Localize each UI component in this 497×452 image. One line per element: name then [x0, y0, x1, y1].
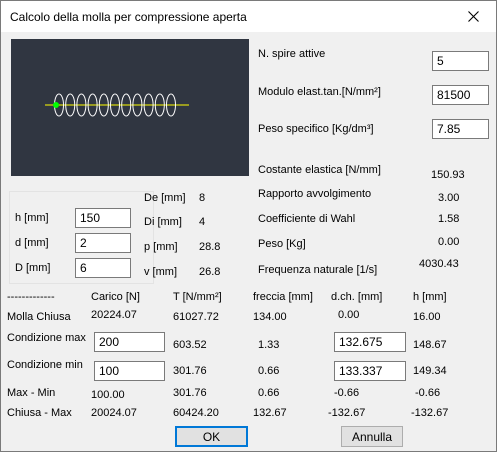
- modulo-input[interactable]: [432, 85, 489, 105]
- peso-specifico-input[interactable]: [432, 119, 489, 139]
- max-min-freccia: 0.66: [258, 387, 280, 399]
- molla-chiusa-carico: 20224.07: [91, 309, 137, 321]
- peso-specifico-label: Peso specifico [Kg/dm³]: [258, 123, 374, 135]
- chiusa-max-freccia: 132.67: [253, 407, 287, 419]
- rapporto-avvolgimento-value: 3.00: [438, 192, 460, 204]
- D-label: D [mm]: [15, 262, 51, 274]
- cond-max-t: 603.52: [173, 339, 207, 351]
- close-icon: [467, 11, 479, 22]
- p-label: p [mm]: [144, 241, 178, 253]
- cond-max-freccia: 1.33: [258, 339, 280, 351]
- D-input[interactable]: [75, 258, 131, 278]
- de-label: De [mm]: [144, 192, 186, 204]
- window-title: Calcolo della molla per compressione ape…: [10, 10, 247, 24]
- header-freccia: freccia [mm]: [253, 291, 313, 303]
- annulla-button[interactable]: Annulla: [341, 426, 403, 447]
- max-min-carico: 100.00: [91, 389, 125, 401]
- max-min-h: -0.66: [415, 387, 441, 399]
- cond-max-carico-input[interactable]: [94, 332, 165, 352]
- de-value: 8: [199, 192, 206, 204]
- chiusa-max-t: 60424.20: [173, 407, 219, 419]
- title-bar: Calcolo della molla per compressione ape…: [1, 1, 496, 32]
- coefficiente-wahl-value: 1.58: [438, 213, 460, 225]
- header-t: T [N/mm²]: [173, 291, 222, 303]
- cond-min-label: Condizione min: [7, 359, 83, 371]
- molla-chiusa-freccia: 134.00: [253, 311, 287, 323]
- close-button[interactable]: [450, 1, 496, 32]
- spring-preview: [11, 39, 249, 176]
- spring-dialog: Calcolo della molla per compressione ape…: [0, 0, 497, 452]
- h-input[interactable]: [75, 208, 131, 228]
- d-input[interactable]: [75, 233, 131, 253]
- cond-min-t: 301.76: [173, 365, 207, 377]
- v-label: v [mm]: [144, 266, 177, 278]
- costante-elastica-label: Costante elastica [N/mm]: [258, 164, 381, 176]
- max-min-t: 301.76: [173, 387, 207, 399]
- molla-chiusa-h: 16.00: [413, 311, 441, 323]
- header-carico: Carico [N]: [91, 291, 140, 303]
- frequenza-label: Frequenza naturale [1/s]: [258, 264, 378, 276]
- v-value: 26.8: [199, 266, 221, 278]
- cond-min-carico-input[interactable]: [94, 361, 165, 381]
- cond-max-h: 148.67: [413, 339, 447, 351]
- origin-marker: [53, 102, 59, 108]
- rapporto-avvolgimento-label: Rapporto avvolgimento: [258, 188, 372, 200]
- chiusa-max-dch: -132.67: [328, 407, 366, 419]
- max-min-label: Max - Min: [7, 387, 56, 399]
- header-separator: -------------: [7, 291, 55, 303]
- di-value: 4: [199, 216, 206, 228]
- molla-chiusa-label: Molla Chiusa: [7, 311, 71, 323]
- header-h: h [mm]: [413, 291, 447, 303]
- chiusa-max-label: Chiusa - Max: [7, 407, 72, 419]
- max-min-dch: -0.66: [334, 387, 360, 399]
- cond-min-dch-input[interactable]: [334, 361, 406, 381]
- ok-button[interactable]: OK: [175, 426, 248, 447]
- peso-value: 0.00: [438, 236, 460, 248]
- cond-min-freccia: 0.66: [258, 365, 280, 377]
- modulo-label: Modulo elast.tan.[N/mm²]: [258, 86, 381, 98]
- cond-max-label: Condizione max: [7, 332, 86, 344]
- frequenza-value: 4030.43: [419, 258, 459, 270]
- chiusa-max-carico: 20024.07: [91, 407, 137, 419]
- header-dch: d.ch. [mm]: [331, 291, 383, 303]
- costante-elastica-value: 150.93: [431, 169, 465, 181]
- h-label: h [mm]: [15, 212, 49, 224]
- spring-drawing: [45, 93, 189, 117]
- molla-chiusa-t: 61027.72: [173, 311, 219, 323]
- spire-input[interactable]: [432, 51, 489, 71]
- coefficiente-wahl-label: Coefficiente di Wahl: [258, 213, 356, 225]
- di-label: Di [mm]: [144, 216, 182, 228]
- peso-label: Peso [Kg]: [258, 238, 306, 250]
- spire-label: N. spire attive: [258, 48, 326, 60]
- d-label: d [mm]: [15, 237, 49, 249]
- p-value: 28.8: [199, 241, 221, 253]
- cond-max-dch-input[interactable]: [334, 332, 406, 352]
- chiusa-max-h: -132.67: [411, 407, 449, 419]
- molla-chiusa-dch: 0.00: [338, 309, 360, 321]
- cond-min-h: 149.34: [413, 365, 447, 377]
